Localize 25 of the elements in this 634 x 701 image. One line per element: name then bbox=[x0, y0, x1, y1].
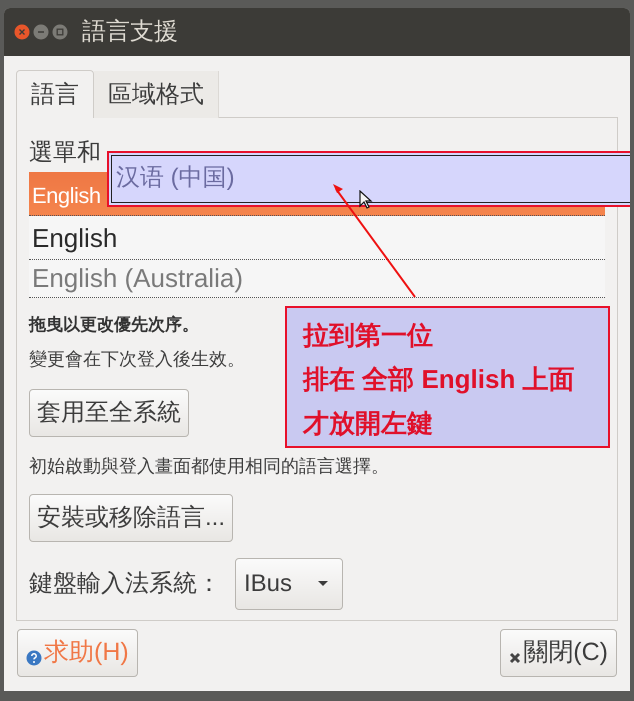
close-icon bbox=[509, 652, 522, 664]
hint-text: 變更會在下次登入後生效。 bbox=[29, 348, 245, 370]
minimize-icon[interactable] bbox=[33, 24, 49, 40]
window-title: 語言支援 bbox=[82, 17, 178, 47]
apply-system-wide-button[interactable]: 套用至全系統 bbox=[29, 388, 189, 436]
close-button[interactable]: 關閉(C) bbox=[500, 629, 617, 677]
tab[interactable]: 區域格式 bbox=[94, 71, 219, 118]
tab[interactable]: 語言 bbox=[16, 70, 94, 118]
input-method-dropdown[interactable]: IBus bbox=[235, 558, 343, 610]
language-item[interactable]: English bbox=[29, 216, 605, 260]
help-icon bbox=[26, 650, 42, 666]
annotation-text: 才放開左鍵 bbox=[303, 407, 434, 440]
annotation-text: 拉到第一位 bbox=[303, 319, 434, 352]
install-languages-button[interactable]: 安裝或移除語言... bbox=[29, 494, 234, 542]
note-text: 初始啟動與登入畫面都使用相同的語言選擇。 bbox=[29, 454, 390, 478]
section-label: 選單和 bbox=[29, 138, 102, 168]
annotation-text: 排在 全部 English 上面 bbox=[303, 363, 576, 396]
maximize-icon[interactable] bbox=[52, 24, 68, 40]
hint-text: 拖曳以更改優先次序。 bbox=[29, 314, 199, 336]
dragged-list-item[interactable]: 汉语 (中国) bbox=[107, 151, 630, 207]
language-item[interactable]: English (Australia) bbox=[29, 260, 605, 298]
close-icon[interactable] bbox=[14, 24, 30, 40]
mouse-pointer-icon bbox=[359, 190, 373, 210]
caret-icon bbox=[318, 580, 328, 586]
input-method-label: 鍵盤輸入法系統： bbox=[29, 568, 221, 598]
